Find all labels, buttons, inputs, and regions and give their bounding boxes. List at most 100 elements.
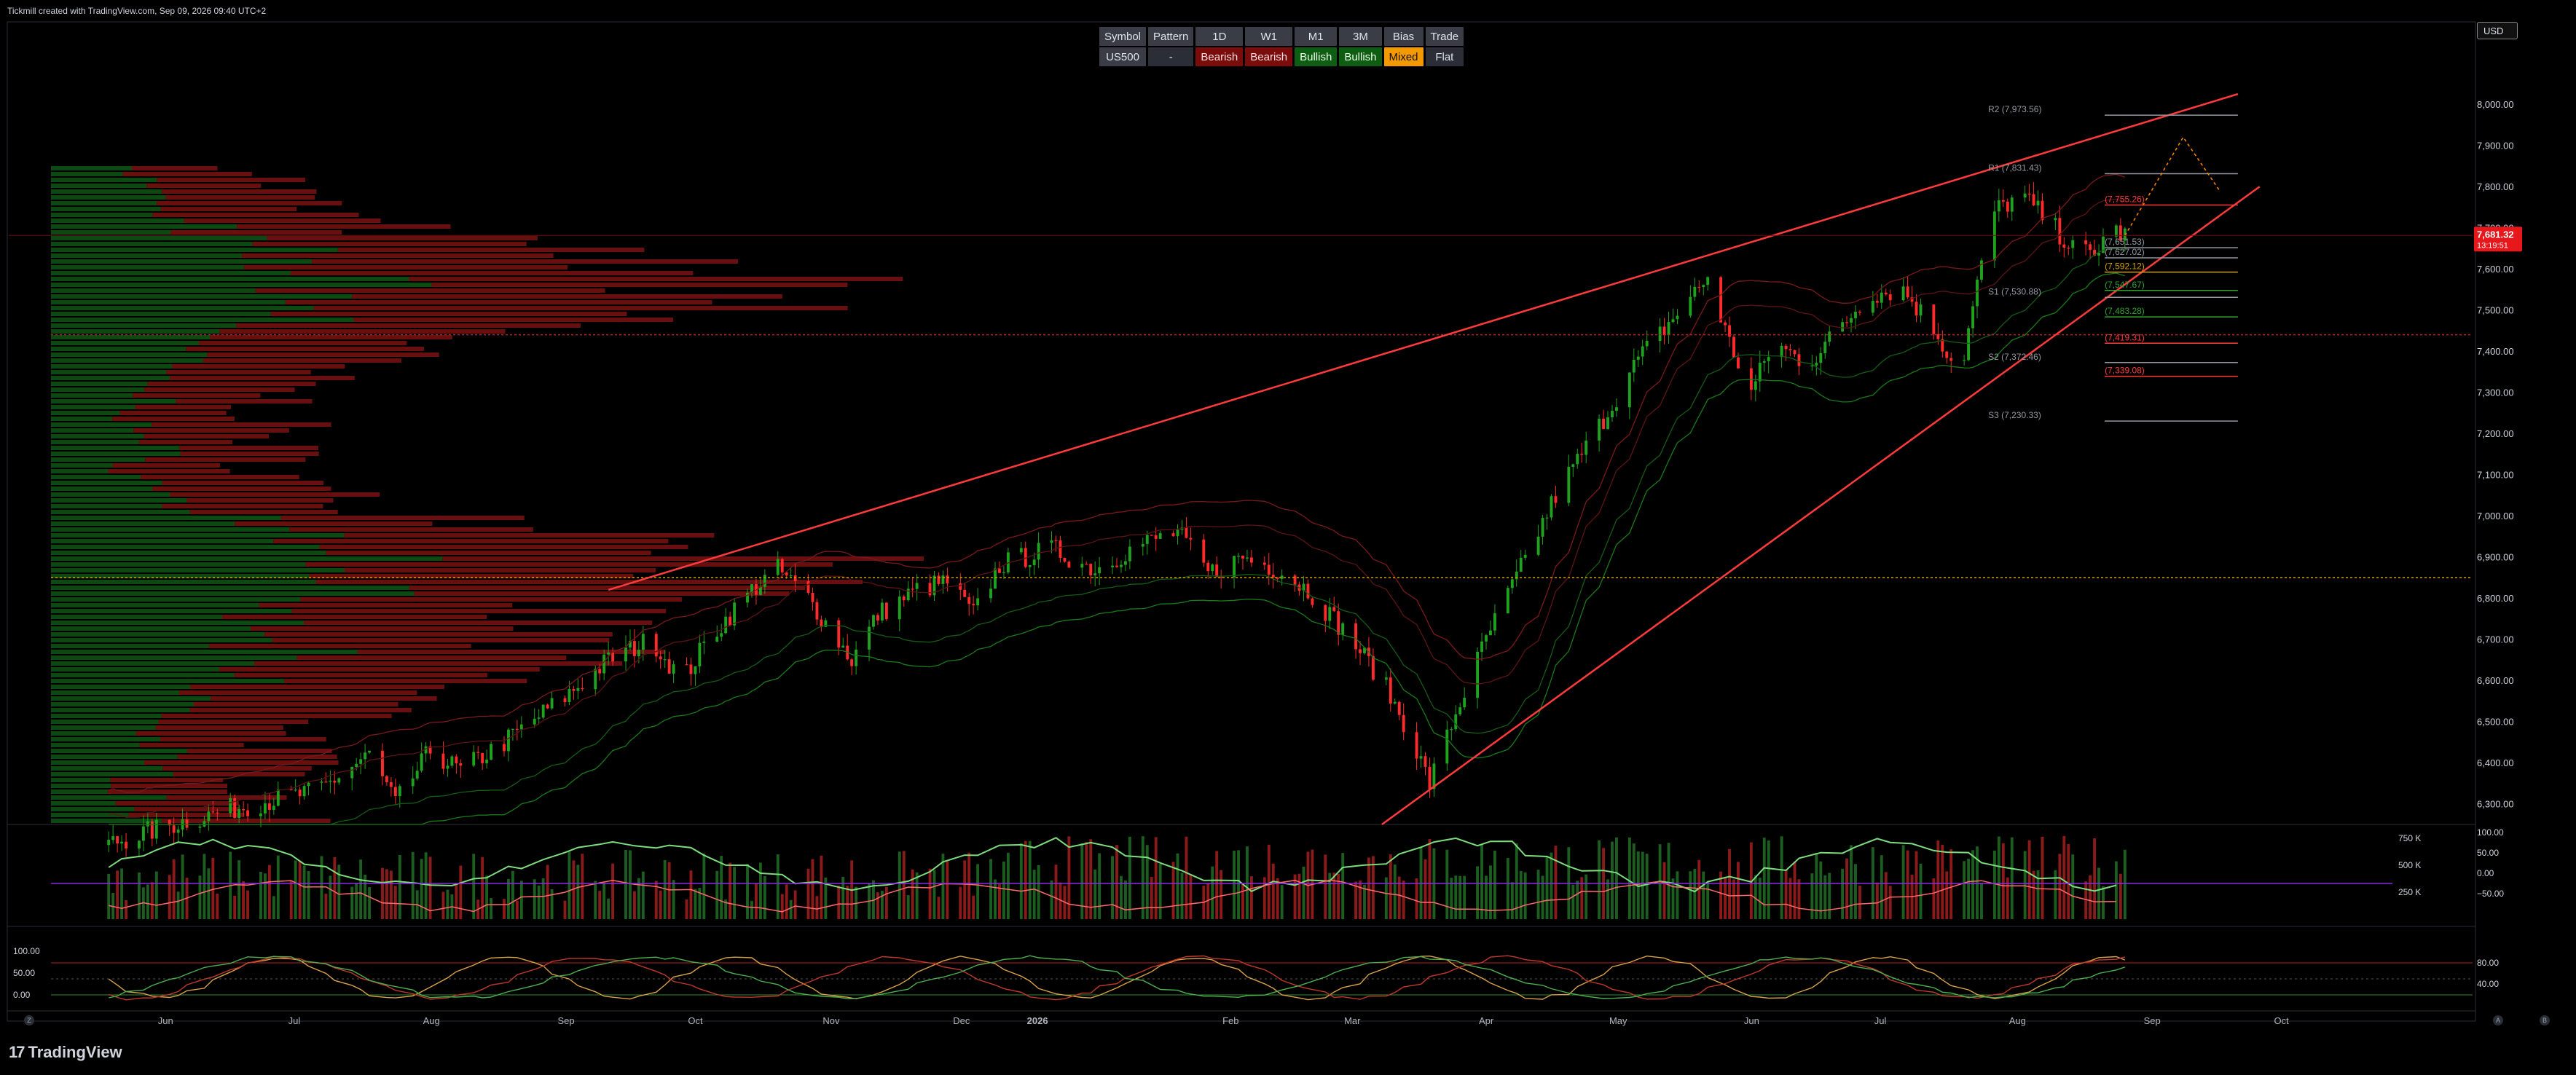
volume-bar <box>1267 844 1271 919</box>
volume-bar <box>1941 844 1944 919</box>
bull-candle <box>302 786 306 797</box>
volume-bar <box>259 872 262 919</box>
volume-profile-down-bar <box>304 621 653 625</box>
volume-profile-up-bar <box>51 341 199 345</box>
volume-profile-up-bar <box>51 452 181 456</box>
volume-profile-down-bar <box>352 294 782 299</box>
volume-profile-down-bar <box>211 696 437 701</box>
bull-candle <box>1967 328 1971 361</box>
volume-profile-down-bar <box>219 667 540 672</box>
bear-candle <box>1359 649 1362 653</box>
volume-bar <box>1762 838 1766 919</box>
volume-profile-down-bar <box>414 591 790 596</box>
bull-candle <box>1123 561 1127 565</box>
volume-bar <box>815 896 819 919</box>
volume-bar <box>1211 866 1214 919</box>
bull-candle <box>724 616 728 634</box>
volume-bar <box>611 863 615 919</box>
chart-canvas[interactable]: 6,300.00 6,400.00 6,500.00 6,600.00 6,700.00… <box>0 0 2576 1075</box>
bull-candle <box>1997 200 2000 212</box>
bear-candle <box>381 750 384 776</box>
volume-bar <box>389 870 393 919</box>
bull-candle <box>1980 260 1983 280</box>
volume-bar <box>359 859 363 919</box>
bear-candle <box>1337 611 1340 635</box>
volume-profile-down-bar <box>112 417 235 421</box>
volume-profile-up-bar <box>51 725 156 730</box>
bull-candle <box>1615 407 1618 412</box>
volume-bar <box>289 881 293 919</box>
volume-profile-down-bar <box>155 725 283 730</box>
zoom-reset-button[interactable]: Z <box>24 1015 34 1025</box>
volume-profile-down-bar <box>189 685 444 689</box>
bull-candle <box>294 789 297 791</box>
bull-candle <box>1689 296 1692 316</box>
volume-bar <box>1180 873 1184 919</box>
volume-bar <box>1541 875 1544 919</box>
volume-profile-up-bar <box>51 224 237 229</box>
volume-bar <box>515 900 519 919</box>
bull-candle <box>1176 529 1179 537</box>
price-tick-label: 6,900.00 <box>2477 552 2514 563</box>
volume-bar <box>793 890 797 919</box>
volume-bar <box>1780 836 1783 919</box>
volume-bar <box>350 886 354 919</box>
price-tick-label: 7,000.00 <box>2477 511 2514 521</box>
volume-profile-up-bar <box>51 364 173 369</box>
volume-bar <box>1480 843 1483 919</box>
volume-bar <box>1627 837 1631 919</box>
price-tick-label: 6,300.00 <box>2477 799 2514 810</box>
volume-bar <box>1080 843 1084 919</box>
volume-profile-up-bar <box>51 562 306 567</box>
volume-bar <box>246 890 249 919</box>
price-tick-label: 6,600.00 <box>2477 675 2514 686</box>
volume-profile-down-bar <box>297 655 567 660</box>
auto-scale-button[interactable]: A <box>2493 1015 2503 1025</box>
bear-candle <box>685 664 688 666</box>
bull-candle <box>1515 571 1518 580</box>
pivot-level-label: S3 (7,230.33) <box>1988 410 2041 420</box>
price-tick-label: 7,200.00 <box>2477 428 2514 439</box>
volume-profile-up-bar <box>51 632 265 637</box>
volume-profile-up-bar <box>51 533 345 538</box>
volume-bar <box>733 867 737 919</box>
volume-profile-up-bar <box>51 417 113 421</box>
volume-bar <box>455 883 458 919</box>
volume-profile-down-bar <box>139 743 244 747</box>
bull-candle <box>337 778 341 783</box>
volume-profile-up-bar <box>51 242 253 246</box>
volume-bar <box>107 873 111 919</box>
volume-bar <box>1424 859 1427 919</box>
volume-profile-down-bar <box>289 527 533 532</box>
bull-candle <box>2054 218 2057 221</box>
volume-profile-up-bar <box>51 714 162 718</box>
bear-candle <box>659 656 662 660</box>
volume-profile-down-bar <box>158 720 309 724</box>
volume-profile-up-bar <box>51 626 251 631</box>
volume-bar <box>1241 883 1244 919</box>
bear-candle <box>1263 562 1266 565</box>
volume-bar <box>1189 875 1193 919</box>
bull-candle <box>1519 557 1523 572</box>
volume-bar <box>776 854 780 919</box>
log-scale-button[interactable]: B <box>2540 1015 2550 1025</box>
bear-candle <box>729 616 732 626</box>
bear-candle <box>611 652 615 662</box>
bull-candle <box>2023 193 2027 198</box>
bear-candle <box>267 803 271 810</box>
volume-bar <box>663 860 667 919</box>
volume-bar <box>1067 836 1071 919</box>
bull-candle <box>880 602 884 621</box>
volume-profile-down-bar <box>179 446 318 450</box>
volume-profile-up-bar <box>51 405 136 409</box>
projection-path <box>2124 136 2220 236</box>
volume-profile-down-bar <box>146 184 262 188</box>
volume-bar <box>411 851 415 919</box>
bear-candle <box>1332 607 1336 612</box>
volume-tick-label: 250 K <box>2398 887 2421 897</box>
volume-bar <box>181 854 184 919</box>
volume-bar <box>1971 850 1974 919</box>
volume-bar <box>154 871 158 919</box>
volume-profile-down-bar <box>315 580 863 584</box>
volume-bar <box>750 900 753 919</box>
